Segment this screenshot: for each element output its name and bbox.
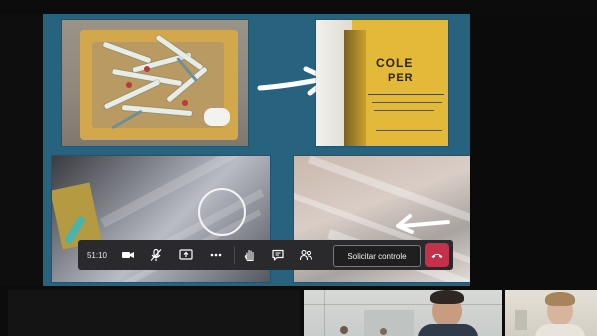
mic-muted-icon <box>150 248 162 261</box>
meeting-window: COLE PER 51:10 Solicitar controle <box>0 0 597 336</box>
collector-label-line2: PER <box>388 72 414 84</box>
video-area-left-edge <box>0 14 43 286</box>
camera-button[interactable] <box>116 240 140 270</box>
photo-syringes-box <box>62 20 248 146</box>
more-options-button[interactable] <box>204 240 228 270</box>
participant-video-1[interactable] <box>304 290 502 336</box>
hang-up-icon <box>431 254 443 258</box>
circle-annotation <box>198 188 246 236</box>
collector-label-line1: COLE <box>376 56 414 70</box>
raise-hand-icon <box>244 249 254 262</box>
toolbar-divider <box>234 246 235 264</box>
video-area-right-edge <box>470 14 597 290</box>
share-screen-button[interactable] <box>174 240 198 270</box>
participants-icon <box>299 249 312 261</box>
request-control-button[interactable]: Solicitar controle <box>333 245 421 267</box>
meeting-controls-bar: 51:10 Solicitar controle <box>78 240 453 270</box>
chat-button[interactable] <box>266 240 290 270</box>
mic-button[interactable] <box>144 240 168 270</box>
participant-tile-empty <box>8 290 300 336</box>
call-duration: 51:10 <box>86 250 108 260</box>
photo-sharps-collector: COLE PER <box>316 20 448 146</box>
share-screen-icon <box>179 249 193 260</box>
camera-icon <box>122 252 134 258</box>
raise-hand-button[interactable] <box>238 240 262 270</box>
chat-icon <box>272 249 284 261</box>
participants-button[interactable] <box>294 240 318 270</box>
arrow-left-annotation <box>396 214 450 234</box>
participant-video-2[interactable] <box>505 290 597 336</box>
more-icon <box>210 253 222 257</box>
hang-up-button[interactable] <box>425 243 449 267</box>
